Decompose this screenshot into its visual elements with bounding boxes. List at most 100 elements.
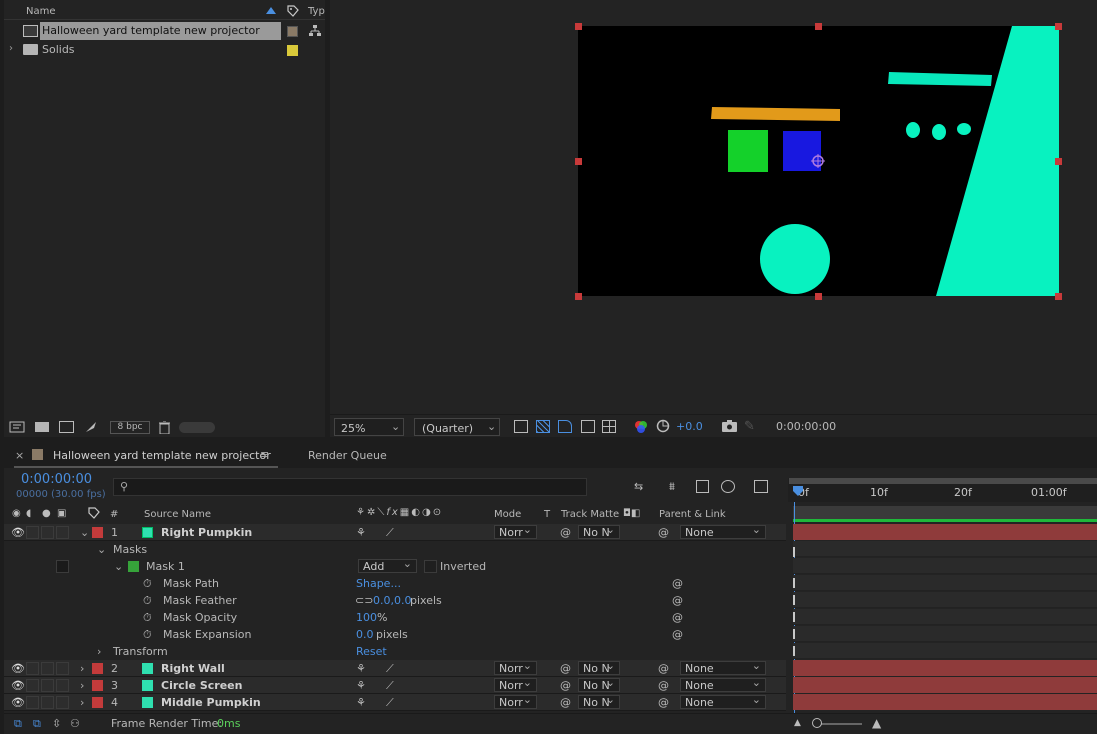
parent-dropdown[interactable]: None bbox=[680, 523, 766, 539]
circle-screen-layer[interactable] bbox=[760, 224, 830, 294]
expand-arrow-icon[interactable]: › bbox=[97, 643, 101, 660]
expand-arrow-icon[interactable]: › bbox=[80, 660, 84, 677]
stopwatch-icon[interactable]: ⏱ bbox=[143, 575, 152, 592]
layer-duration-bar[interactable] bbox=[793, 660, 1097, 676]
pickwhip-icon[interactable]: @ bbox=[560, 660, 571, 677]
render-time-toggle-icon[interactable]: ⚇ bbox=[70, 717, 80, 730]
collapse-arrow-icon[interactable]: ⌄ bbox=[97, 541, 106, 558]
mask-property-row[interactable]: ⏱ Mask Opacity 100 % @ bbox=[4, 609, 786, 626]
interpret-footage-icon[interactable] bbox=[9, 421, 25, 433]
timeline-scrub-bar[interactable] bbox=[793, 506, 1097, 522]
draft-3d-icon[interactable]: ⩩ bbox=[669, 480, 675, 494]
parent-dropdown[interactable]: None bbox=[680, 676, 766, 692]
quality-switch[interactable]: ⟋ bbox=[386, 524, 394, 541]
mode-header[interactable]: Mode bbox=[494, 509, 521, 520]
blend-mode-dropdown[interactable]: Norr bbox=[494, 523, 537, 539]
layer-label-color[interactable] bbox=[92, 694, 103, 711]
parent-pickwhip-icon[interactable]: @ bbox=[658, 524, 669, 541]
track-matte-dropdown[interactable]: No N bbox=[578, 693, 620, 709]
mask-visibility-icon[interactable] bbox=[558, 420, 572, 433]
quality-switch[interactable]: ⟋ bbox=[386, 677, 394, 694]
timeline-zoom-thumb[interactable] bbox=[812, 718, 822, 728]
video-visibility-icon[interactable]: ◉ bbox=[12, 508, 21, 519]
mask-name[interactable]: Mask 1 bbox=[146, 558, 185, 575]
transform-group-row[interactable]: › Transform Reset bbox=[4, 643, 786, 660]
new-composition-icon[interactable] bbox=[59, 421, 74, 433]
layer-row[interactable]: 👁 › 3 Circle Screen ⚘ ⟋ Norr @ No N @ No… bbox=[4, 676, 786, 694]
property-value[interactable]: 100 bbox=[356, 609, 377, 626]
hide-shy-layers-icon[interactable] bbox=[696, 480, 709, 493]
layer-row[interactable]: 👁 › 2 Right Wall ⚘ ⟋ Norr @ No N @ None bbox=[4, 659, 786, 677]
name-column-header[interactable]: Name bbox=[26, 6, 56, 17]
lock-icon[interactable]: ▣ bbox=[57, 508, 66, 519]
project-item-label-color[interactable] bbox=[287, 26, 298, 37]
layer-name[interactable]: Circle Screen bbox=[161, 677, 242, 694]
expand-arrow-icon[interactable]: › bbox=[80, 677, 84, 694]
transparency-grid-icon[interactable] bbox=[536, 420, 550, 433]
current-time-readout[interactable]: 0:00:00:00 bbox=[21, 472, 92, 487]
visibility-eye-icon[interactable]: 👁 bbox=[11, 694, 25, 711]
trash-icon[interactable] bbox=[159, 421, 170, 434]
panel-divider[interactable] bbox=[0, 437, 1097, 444]
layer-name[interactable]: Right Pumpkin bbox=[161, 524, 252, 541]
quality-switch[interactable]: ⟋ bbox=[386, 694, 394, 711]
keyframe-marker[interactable] bbox=[793, 547, 795, 557]
track-matte-dropdown[interactable]: No N bbox=[578, 659, 620, 675]
modes-toggle-icon[interactable]: ⧉ bbox=[33, 717, 41, 731]
collapse-arrow-icon[interactable]: ⌄ bbox=[80, 524, 89, 541]
label-tag-icon[interactable] bbox=[287, 5, 299, 17]
property-value[interactable]: Shape... bbox=[356, 575, 401, 592]
tab-composition[interactable]: Halloween yard template new projector bbox=[53, 449, 271, 462]
mask-row[interactable]: ⌄ Mask 1 Add Inverted bbox=[4, 557, 786, 575]
audio-icon[interactable]: ◖ bbox=[26, 508, 31, 519]
track-matte-dropdown[interactable]: No N bbox=[578, 676, 620, 692]
expression-pickwhip-icon[interactable]: @ bbox=[672, 626, 683, 643]
parent-dropdown[interactable]: None bbox=[680, 693, 766, 709]
mask-mode-dropdown[interactable]: Add bbox=[358, 557, 417, 573]
frame-blending-icon[interactable] bbox=[721, 480, 735, 493]
flowchart-icon[interactable] bbox=[309, 25, 321, 37]
transform-handle[interactable] bbox=[1055, 158, 1062, 165]
expression-pickwhip-icon[interactable]: @ bbox=[672, 575, 683, 592]
transform-handle[interactable] bbox=[815, 23, 822, 30]
grid-guides-icon[interactable] bbox=[602, 420, 616, 433]
solo-icon[interactable]: ● bbox=[42, 508, 51, 519]
project-item-composition[interactable]: Halloween yard template new projector bbox=[4, 22, 325, 40]
zoom-in-icon[interactable]: ▲ bbox=[872, 716, 881, 730]
layer-row[interactable]: 👁 › 4 Middle Pumpkin ⚘ ⟋ Norr @ No N @ N… bbox=[4, 693, 786, 711]
panel-divider[interactable] bbox=[325, 0, 330, 438]
shy-switch[interactable]: ⚘ bbox=[356, 660, 366, 677]
visibility-eye-icon[interactable]: 👁 bbox=[11, 677, 25, 694]
transform-handle[interactable] bbox=[575, 293, 582, 300]
current-time-display[interactable]: 0:00:00:00 bbox=[776, 420, 836, 433]
layer-duration-bar[interactable] bbox=[793, 694, 1097, 710]
zoom-out-icon[interactable]: ▲ bbox=[794, 718, 801, 728]
parent-link-header[interactable]: Parent & Link bbox=[659, 509, 726, 520]
expand-arrow-icon[interactable]: › bbox=[80, 694, 84, 711]
layer-search-input[interactable]: ⚲ bbox=[113, 478, 587, 496]
project-item-folder[interactable]: › Solids bbox=[4, 41, 325, 59]
blend-mode-dropdown[interactable]: Norr bbox=[494, 676, 537, 692]
visibility-eye-icon[interactable]: 👁 bbox=[11, 524, 25, 541]
expression-pickwhip-icon[interactable]: @ bbox=[672, 592, 683, 609]
sort-ascending-icon[interactable] bbox=[266, 7, 276, 14]
keyframe-marker[interactable] bbox=[793, 629, 795, 639]
parent-dropdown[interactable]: None bbox=[680, 659, 766, 675]
work-area-bar[interactable] bbox=[789, 478, 1097, 484]
parent-pickwhip-icon[interactable]: @ bbox=[658, 677, 669, 694]
camera-snapshot-icon[interactable] bbox=[722, 420, 737, 432]
keyframe-marker[interactable] bbox=[793, 578, 795, 588]
transform-handle[interactable] bbox=[815, 293, 822, 300]
exposure-value[interactable]: +0.0 bbox=[676, 420, 703, 433]
mask-property-row[interactable]: ⏱ Mask Feather ⊂⊃ 0.0,0.0 pixels @ bbox=[4, 592, 786, 609]
mask-color-chip[interactable] bbox=[128, 558, 139, 575]
expression-pickwhip-icon[interactable]: @ bbox=[672, 609, 683, 626]
project-scroll-slider[interactable] bbox=[179, 422, 215, 433]
pickwhip-icon[interactable]: @ bbox=[560, 524, 571, 541]
transform-handle[interactable] bbox=[1055, 23, 1062, 30]
green-square-layer[interactable] bbox=[728, 130, 768, 172]
render-icon[interactable] bbox=[84, 420, 98, 434]
track-matte-dropdown[interactable]: No N bbox=[578, 523, 620, 539]
resolution-dropdown[interactable]: (Quarter) ⌄ bbox=[414, 418, 500, 436]
shy-switch[interactable]: ⚘ bbox=[356, 677, 366, 694]
